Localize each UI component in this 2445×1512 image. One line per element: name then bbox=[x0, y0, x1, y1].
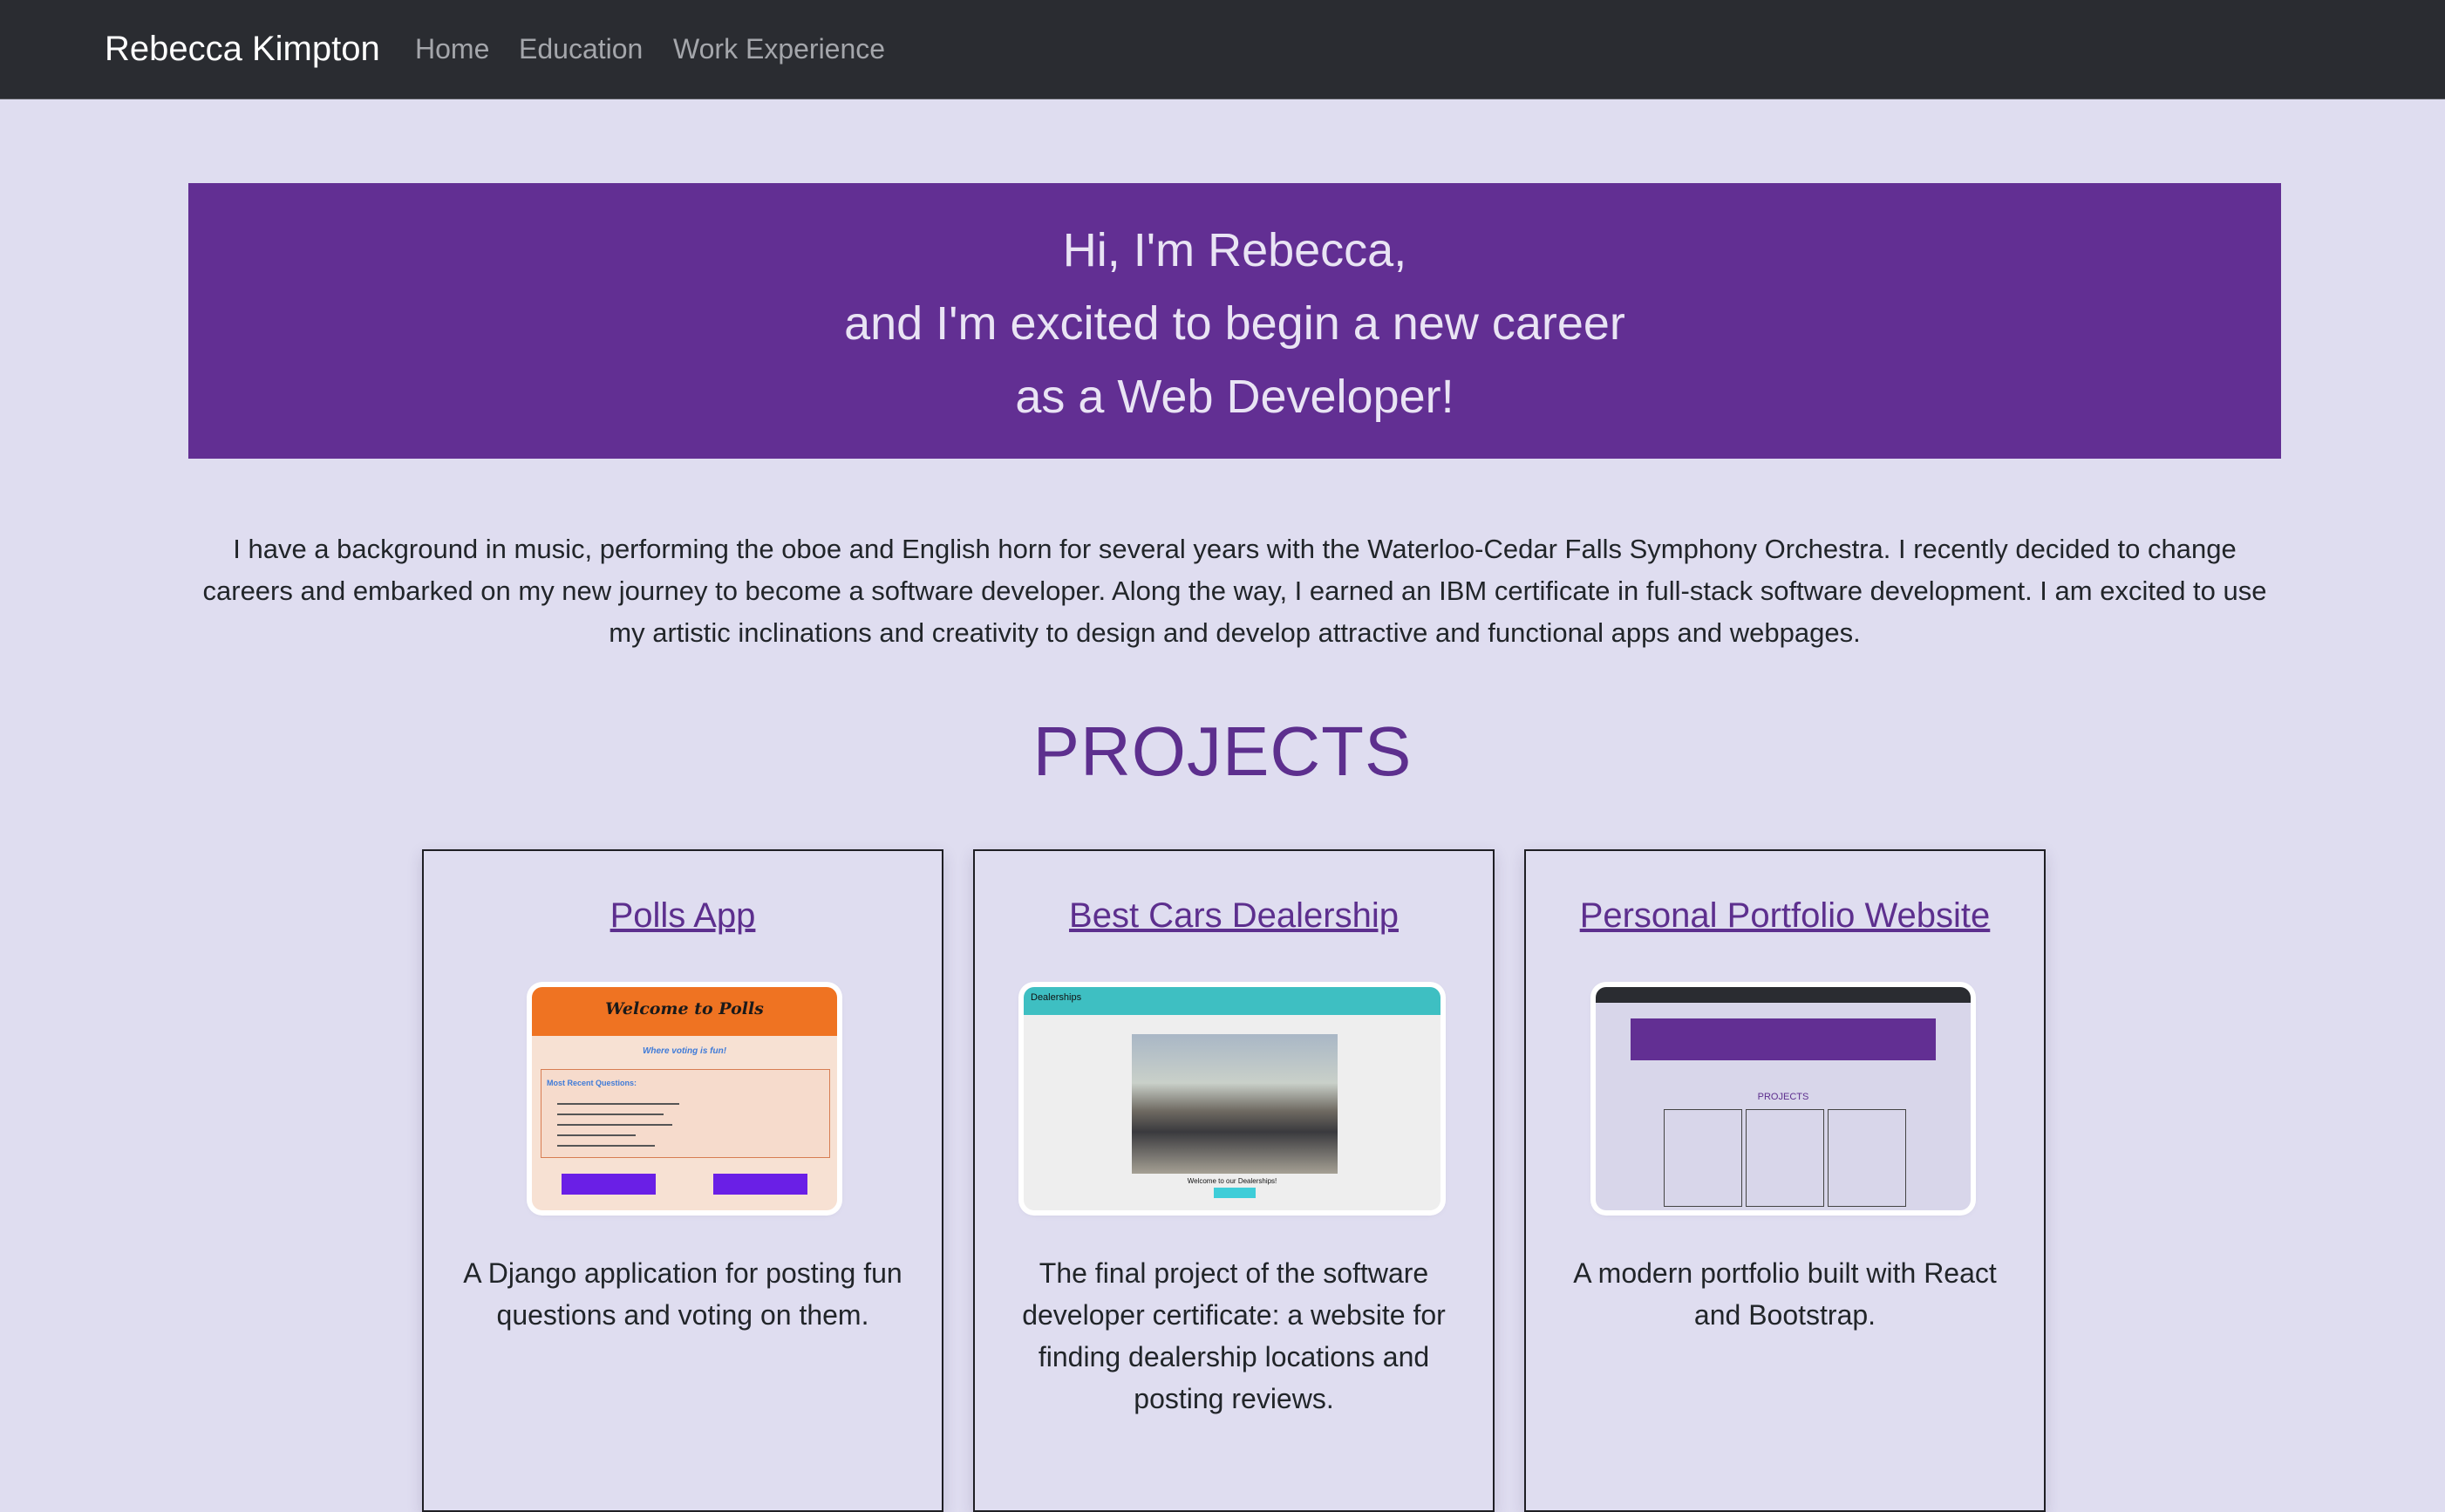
project-description-dealership: The final project of the software develo… bbox=[1022, 1257, 1446, 1414]
hero-line-role: as a Web Developer! bbox=[1015, 371, 1454, 423]
hero-banner: Hi, I'm Rebecca, and I'm excited to begi… bbox=[188, 183, 2281, 459]
thumb-list-line bbox=[557, 1124, 672, 1126]
intro-paragraph: I have a background in music, performing… bbox=[202, 534, 2267, 648]
nav-link-education[interactable]: Education bbox=[519, 30, 643, 68]
thumb-questions-box: Most Recent Questions: bbox=[541, 1069, 830, 1158]
project-link-personal-portfolio[interactable]: Personal Portfolio Website bbox=[1526, 893, 2044, 938]
project-card-dealership: Best Cars Dealership Dealerships Welcome… bbox=[973, 849, 1495, 1512]
thumb-list-line bbox=[557, 1134, 636, 1136]
thumb-tagline: Where voting is fun! bbox=[642, 1046, 727, 1056]
top-navbar: Rebecca Kimpton Home Education Work Expe… bbox=[0, 0, 2445, 99]
thumb-caption: Welcome to our Dealerships! bbox=[1187, 1177, 1277, 1185]
hero-line-career: and I'm excited to begin a new career bbox=[844, 297, 1625, 350]
project-screenshot-dealership[interactable]: Dealerships Welcome to our Dealerships! bbox=[1024, 987, 1440, 1210]
thumb-projects-heading: PROJECTS bbox=[1757, 1092, 1809, 1102]
thumb-button bbox=[562, 1174, 656, 1195]
thumb-section-heading: Most Recent Questions: bbox=[547, 1079, 637, 1087]
project-description-portfolio: A modern portfolio built with React and … bbox=[1573, 1257, 1997, 1331]
brand-link[interactable]: Rebecca Kimpton bbox=[105, 26, 380, 72]
projects-heading: PROJECTS bbox=[1032, 712, 1413, 790]
thumb-list-line bbox=[557, 1145, 655, 1147]
thumb-navbar bbox=[1596, 987, 1971, 1003]
project-link-best-cars-dealership[interactable]: Best Cars Dealership bbox=[975, 893, 1493, 938]
thumb-list-line bbox=[557, 1114, 664, 1115]
nav-link-work-experience[interactable]: Work Experience bbox=[673, 30, 885, 68]
project-screenshot-polls[interactable]: Welcome to Polls Where voting is fun! Mo… bbox=[532, 987, 837, 1210]
project-card-portfolio: Personal Portfolio Website PROJECTS A mo… bbox=[1524, 849, 2046, 1512]
thumb-list-line bbox=[557, 1103, 679, 1105]
nav-link-home[interactable]: Home bbox=[415, 30, 489, 68]
hero-line-greeting: Hi, I'm Rebecca, bbox=[1062, 224, 1407, 276]
thumb-mini-card bbox=[1664, 1109, 1742, 1207]
thumb-heading: Welcome to Polls bbox=[605, 999, 764, 1018]
thumb-hero bbox=[1631, 1018, 1936, 1060]
project-description-polls: A Django application for posting fun que… bbox=[463, 1257, 902, 1331]
project-card-polls: Polls App Welcome to Polls Where voting … bbox=[422, 849, 943, 1512]
thumb-mini-card bbox=[1746, 1109, 1824, 1207]
thumb-mini-card bbox=[1828, 1109, 1906, 1207]
project-screenshot-portfolio[interactable]: PROJECTS bbox=[1596, 987, 1971, 1210]
thumb-nav-bar: Dealerships bbox=[1024, 987, 1440, 1015]
thumb-car-lot-photo bbox=[1132, 1034, 1338, 1174]
thumb-header-bar: Welcome to Polls bbox=[532, 987, 837, 1036]
thumb-button bbox=[713, 1174, 807, 1195]
project-link-polls-app[interactable]: Polls App bbox=[424, 893, 942, 938]
thumb-button bbox=[1214, 1188, 1256, 1198]
thumb-nav-label: Dealerships bbox=[1031, 992, 1082, 1003]
